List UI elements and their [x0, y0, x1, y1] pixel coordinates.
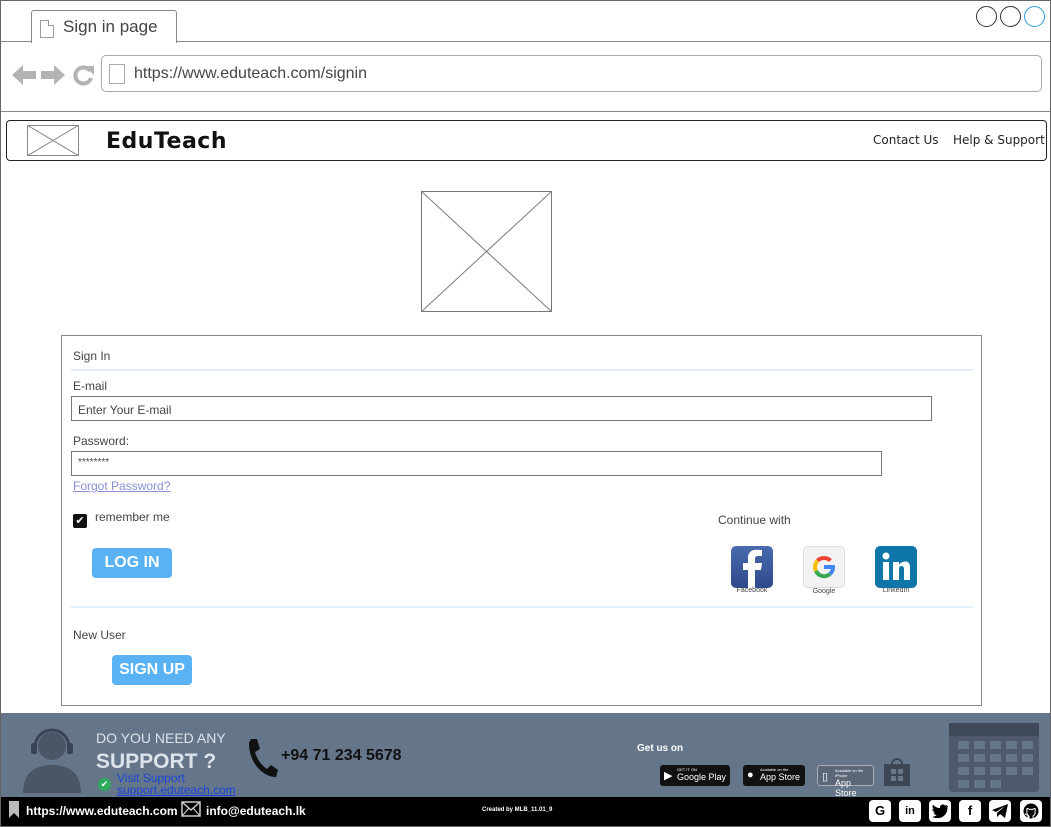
login-button[interactable]: LOG IN: [92, 548, 172, 578]
url-text: https://www.eduteach.com/signin: [134, 65, 368, 82]
linkedin-icon[interactable]: [875, 546, 917, 588]
support-link[interactable]: support.eduteach.com: [117, 784, 236, 796]
mail-icon: [181, 801, 201, 817]
app-store-badge[interactable]: ● Available on the App Store: [743, 765, 805, 786]
page-icon: [109, 64, 125, 84]
iphone-app-store-badge[interactable]: ▯ Available on the iPhone App Store: [817, 765, 874, 798]
signin-panel: Sign In E-mail Enter Your E-mail Passwor…: [61, 335, 982, 706]
signin-heading: Sign In: [73, 349, 111, 363]
password-label: Password:: [73, 434, 130, 448]
support-question-line1: DO YOU NEED ANY: [96, 730, 226, 746]
forward-arrow-icon[interactable]: [41, 65, 65, 85]
created-by: Created by MLB_11.01_9: [482, 807, 553, 813]
website-link[interactable]: https://www.eduteach.com: [26, 804, 178, 818]
apple-icon: ●: [747, 769, 754, 781]
google-play-badge[interactable]: ▶ GET IT ON Google Play: [660, 765, 730, 786]
url-bar[interactable]: https://www.eduteach.com/signin: [101, 55, 1042, 92]
divider: [71, 606, 973, 608]
address-row: https://www.eduteach.com/signin: [1, 42, 1050, 112]
maximize-button[interactable]: [1000, 6, 1021, 27]
minimize-button[interactable]: [976, 6, 997, 27]
page-icon: [40, 20, 54, 38]
iphone-store-small: Available on the iPhone: [835, 768, 864, 778]
play-icon: ▶: [664, 770, 673, 782]
linkedin-icon[interactable]: in: [899, 800, 921, 822]
twitter-icon[interactable]: [929, 800, 951, 822]
close-button[interactable]: [1024, 6, 1045, 27]
tab-strip: Sign in page: [1, 1, 1050, 43]
app-store-label: App Store: [760, 772, 801, 782]
google-play-label: Google Play: [677, 772, 727, 782]
get-us-on-label: Get us on: [637, 743, 684, 754]
linkedin-caption: LinkedIn: [882, 587, 910, 594]
github-icon[interactable]: [1020, 800, 1042, 822]
email-link[interactable]: info@eduteach.lk: [206, 804, 306, 818]
tab-title: Sign in page: [63, 17, 158, 36]
nav-help-support[interactable]: Help & Support: [953, 133, 1045, 147]
check-icon: ✔: [98, 778, 111, 791]
reload-icon[interactable]: [72, 64, 94, 86]
support-agent-icon: [23, 728, 81, 793]
signup-button[interactable]: SIGN UP: [112, 655, 192, 685]
back-arrow-icon[interactable]: [12, 65, 36, 85]
telegram-icon[interactable]: [989, 800, 1011, 822]
logo-placeholder: [27, 125, 79, 156]
brand-name[interactable]: EduTeach: [106, 129, 227, 154]
remember-checkbox[interactable]: ✔: [73, 514, 87, 528]
facebook-icon[interactable]: [731, 546, 773, 588]
visit-support[interactable]: Visit Support support.eduteach.com: [117, 772, 236, 796]
footer: DO YOU NEED ANY SUPPORT ? ✔ Visit Suppor…: [1, 713, 1050, 798]
google-icon[interactable]: [803, 546, 845, 588]
facebook-caption: Facebook: [736, 587, 768, 594]
calendar-icon: [949, 723, 1039, 792]
iphone-store-label: App Store: [835, 778, 857, 798]
google-caption: Google: [812, 588, 836, 595]
browser-tab[interactable]: Sign in page: [31, 10, 177, 43]
email-label: E-mail: [73, 379, 108, 393]
divider: [71, 369, 973, 371]
bookmark-icon: [9, 801, 19, 818]
browser-window: Sign in page https://www.eduteach.com/si…: [0, 0, 1051, 827]
new-user-label: New User: [73, 628, 126, 642]
bottom-bar: https://www.eduteach.com info@eduteach.l…: [1, 797, 1050, 826]
continue-with-label: Continue with: [718, 513, 791, 527]
facebook-icon[interactable]: f: [959, 800, 981, 822]
hero-image-placeholder: [421, 191, 552, 312]
email-field[interactable]: Enter Your E-mail: [71, 396, 932, 421]
remember-label: remember me: [95, 510, 170, 524]
windows-store-icon[interactable]: [883, 757, 911, 787]
site-navbar: EduTeach Contact Us Help & Support: [6, 120, 1047, 161]
phone-icon: [249, 739, 278, 777]
forgot-password-link[interactable]: Forgot Password?: [73, 479, 170, 493]
google-icon[interactable]: G: [869, 800, 891, 822]
iphone-icon: ▯: [822, 771, 829, 783]
support-phone[interactable]: +94 71 234 5678: [281, 747, 402, 765]
password-field[interactable]: ********: [71, 451, 882, 476]
nav-contact-us[interactable]: Contact Us: [873, 133, 939, 147]
